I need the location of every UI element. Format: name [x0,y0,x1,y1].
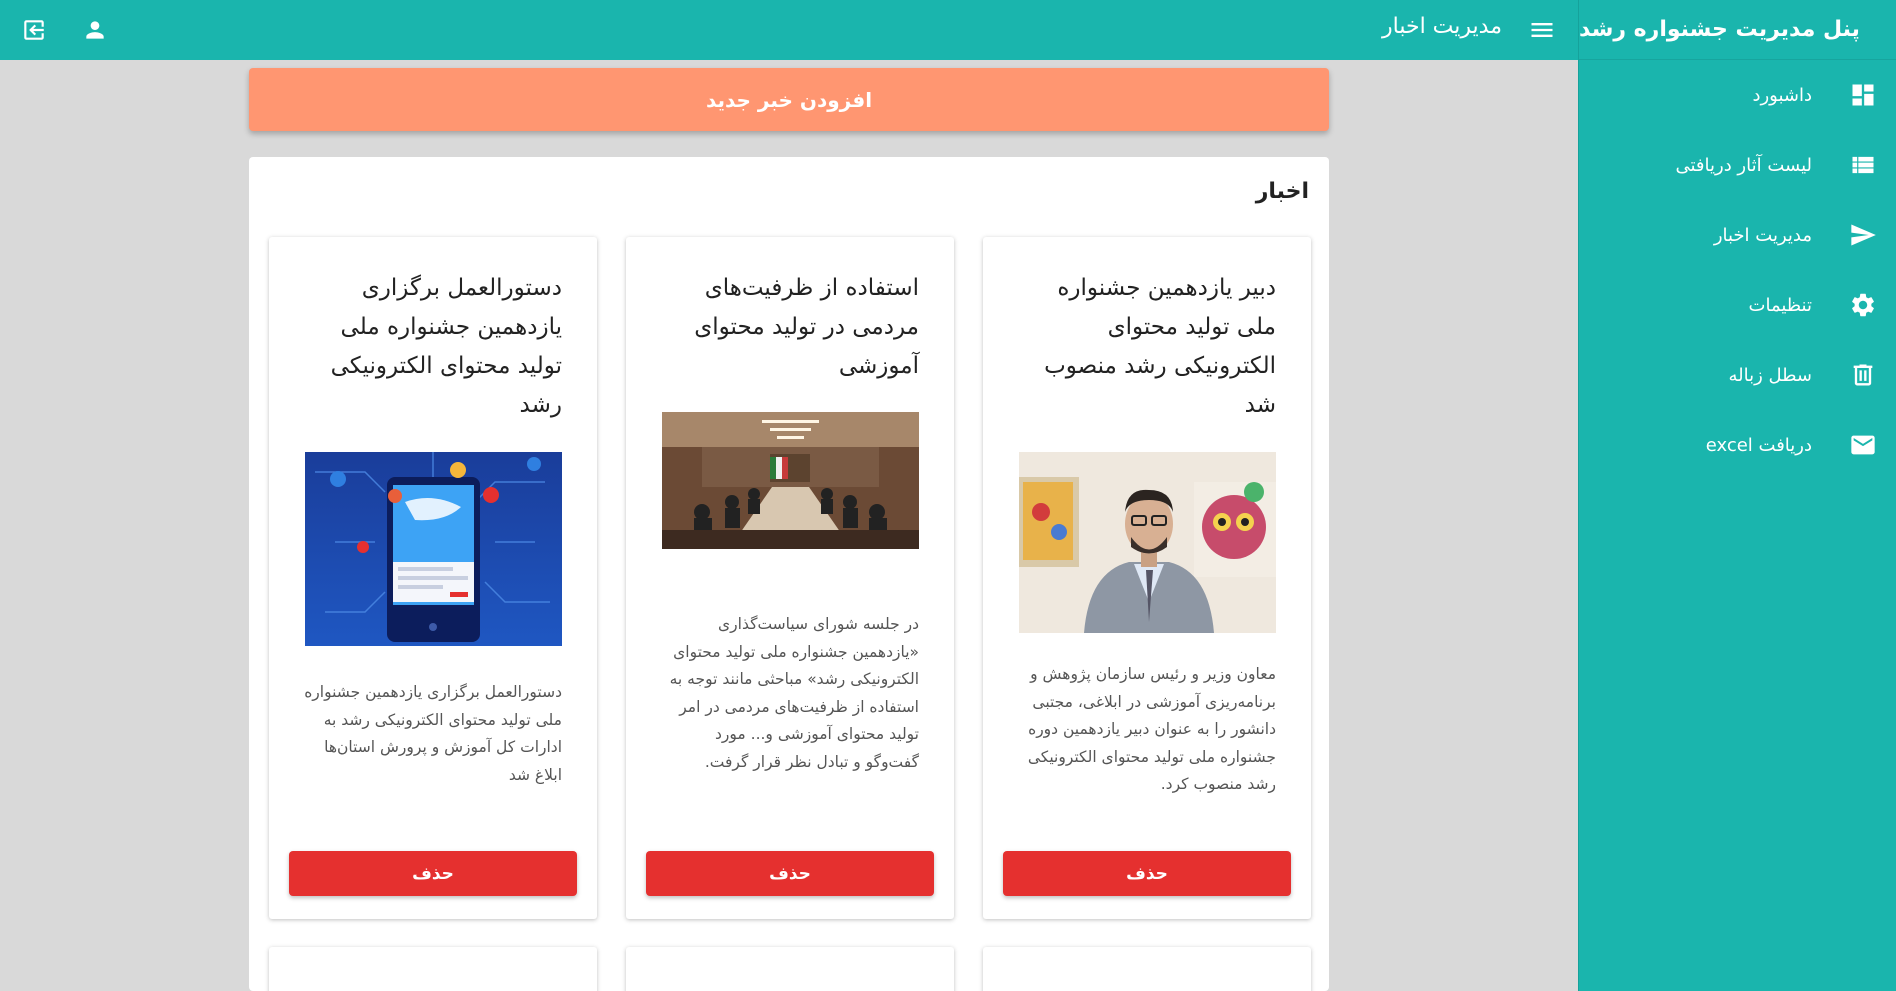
top-app-bar: مدیریت اخبار [0,0,1578,60]
sidebar-item-settings[interactable]: تنظیمات [1579,270,1896,340]
gear-icon [1848,290,1878,320]
news-card-title: دبیر یازدهمین جشنواره ملی تولید محتوای ا… [1044,275,1276,418]
delete-button[interactable]: حذف [289,851,577,896]
delete-button[interactable]: حذف [1003,851,1291,896]
send-icon [1848,220,1878,250]
trash-icon [1848,360,1878,390]
sidebar-brand: پنل مدیریت جشنواره رشد [1579,0,1896,60]
sidebar: پنل مدیریت جشنواره رشد داشبورد لیست آثار… [1578,0,1896,991]
news-card-description: معاون وزیر و رئیس سازمان پژوهش و برنامه‌… [1027,665,1276,793]
sidebar-item-received-works[interactable]: لیست آثار دریافتی [1579,130,1896,200]
news-panel: اخبار دبیر یازدهمین جشنواره ملی تولید مح… [249,157,1329,991]
news-card-image [662,412,919,549]
menu-icon[interactable] [1524,12,1560,48]
mail-icon [1848,430,1878,460]
account-icon[interactable] [77,12,113,48]
add-news-button[interactable]: افزودن خبر جدید [249,68,1329,131]
sidebar-item-label: داشبورد [1752,84,1812,106]
sidebar-item-label: سطل زباله [1728,364,1812,386]
sidebar-item-label: تنظیمات [1748,294,1812,316]
news-card: دستورالعمل برگزاری یازدهمین جشنواره ملی … [269,237,597,919]
sidebar-item-label: لیست آثار دریافتی [1675,154,1812,176]
news-card-image [1019,452,1276,633]
page-title: مدیریت اخبار [1382,14,1502,39]
panel-title: اخبار [1255,179,1309,204]
sidebar-item-dashboard[interactable]: داشبورد [1579,60,1896,130]
news-card-image [305,452,562,646]
sidebar-item-label: دریافت excel [1705,434,1812,456]
news-card-title: استفاده از ظرفیت‌های مردمی در تولید محتو… [694,275,919,379]
logout-icon[interactable] [16,12,52,48]
delete-button[interactable]: حذف [646,851,934,896]
sidebar-item-label: مدیریت اخبار [1713,224,1812,246]
news-card-description: در جلسه شورای سیاست‌گذاری «یازدهمین جشنو… [669,615,919,771]
news-card: دبیر یازدهمین جشنواره ملی تولید محتوای ا… [983,237,1311,919]
list-icon [1848,150,1878,180]
news-card-description: دستورالعمل برگزاری یازدهمین جشنواره ملی … [304,683,562,784]
sidebar-item-trash[interactable]: سطل زباله [1579,340,1896,410]
news-card [626,947,954,991]
sidebar-item-excel[interactable]: دریافت excel [1579,410,1896,480]
news-card: استفاده از ظرفیت‌های مردمی در تولید محتو… [626,237,954,919]
news-card [983,947,1311,991]
sidebar-item-news-management[interactable]: مدیریت اخبار [1579,200,1896,270]
dashboard-icon [1848,80,1878,110]
news-card-title: دستورالعمل برگزاری یازدهمین جشنواره ملی … [330,275,562,418]
news-card [269,947,597,991]
